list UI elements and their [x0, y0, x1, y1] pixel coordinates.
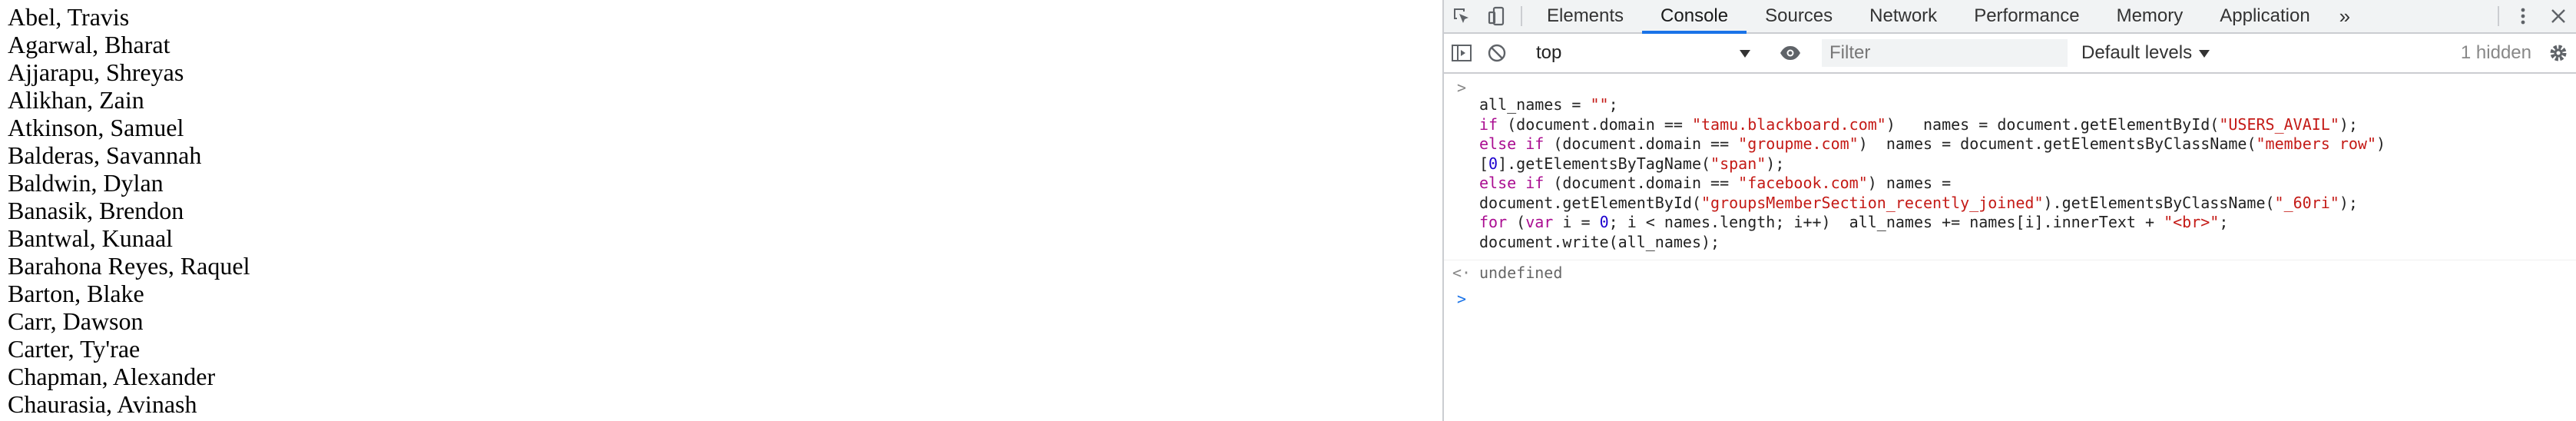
names-list: Abel, Travis Agarwal, Bharat Ajjarapu, Shr…: [0, 0, 1442, 418]
context-selector-label: top: [1536, 42, 1562, 63]
output-prompt-icon: <·: [1452, 264, 1472, 282]
close-devtools-icon[interactable]: [2541, 0, 2576, 32]
tab-elements[interactable]: Elements: [1528, 0, 1642, 32]
tabbar-separator: [1521, 6, 1522, 26]
name-list-item: Ajjarapu, Shreyas: [8, 58, 184, 86]
tab-network[interactable]: Network: [1851, 0, 1955, 32]
name-list-item: Carter, Ty'rae: [8, 335, 141, 363]
console-prompt-icon: >: [1456, 289, 1467, 308]
name-list-item: Chapman, Alexander: [8, 363, 216, 390]
tabbar-separator-right: [2498, 6, 2499, 26]
console-toolbar: top Default levels 1 hidden: [1444, 34, 2576, 74]
console-code[interactable]: all_names = ""; if (document.domain == "…: [1479, 78, 2386, 252]
default-levels-label: Default levels: [2081, 42, 2193, 63]
name-list-item: Balderas, Savannah: [8, 141, 202, 169]
live-expression-eye-icon[interactable]: [1773, 45, 1808, 61]
tab-performance[interactable]: Performance: [1955, 0, 2098, 32]
name-list-item: Chaurasia, Avinash: [8, 390, 197, 418]
dropdown-arrow-icon: [1739, 42, 1751, 64]
name-list-item: Alikhan, Zain: [8, 86, 144, 114]
console-prompt-entry[interactable]: >: [1444, 287, 2576, 313]
console-result-entry: <· undefined: [1444, 260, 2576, 287]
console-settings-gear-icon[interactable]: [2541, 42, 2576, 64]
devtools-panel: Elements Console Sources Network Performance…: [1442, 0, 2576, 421]
tabbar-spacer: [2361, 0, 2492, 32]
inspect-element-icon[interactable]: [1444, 0, 1479, 32]
more-tabs-button[interactable]: »: [2329, 0, 2361, 32]
console-input-entry: > all_names = ""; if (document.domain ==…: [1444, 74, 2576, 260]
name-list-item: Abel, Travis: [8, 3, 130, 31]
tab-memory[interactable]: Memory: [2098, 0, 2202, 32]
name-list-item: Carr, Dawson: [8, 307, 144, 335]
hidden-messages-count: 1 hidden: [2460, 42, 2531, 63]
sidebar-toggle-icon[interactable]: [1444, 43, 1479, 63]
name-list-item: Agarwal, Bharat: [8, 31, 171, 58]
device-toolbar-icon[interactable]: [1479, 0, 1515, 32]
tab-application[interactable]: Application: [2201, 0, 2328, 32]
name-list-item: Barton, Blake: [8, 280, 144, 307]
tab-sources[interactable]: Sources: [1747, 0, 1851, 32]
levels-dropdown-arrow-icon: [2198, 42, 2210, 64]
name-list-item: Barahona Reyes, Raquel: [8, 252, 250, 280]
web-page: Abel, Travis Agarwal, Bharat Ajjarapu, Shr…: [0, 0, 1442, 421]
name-list-item: Baldwin, Dylan: [8, 169, 164, 197]
input-prompt-icon: >: [1456, 78, 1467, 97]
tab-console[interactable]: Console: [1642, 0, 1747, 34]
name-list-item: Atkinson, Samuel: [8, 114, 184, 141]
console-result-value: undefined: [1479, 264, 1563, 282]
default-levels-dropdown[interactable]: Default levels: [2068, 42, 2224, 64]
name-list-item: Banasik, Brendon: [8, 197, 184, 224]
kebab-menu-icon[interactable]: [2505, 0, 2541, 32]
name-list-item: Bantwal, Kunaal: [8, 224, 174, 252]
context-selector[interactable]: top: [1528, 42, 1759, 64]
devtools-tabbar: Elements Console Sources Network Performance…: [1444, 0, 2576, 34]
clear-console-icon[interactable]: [1479, 43, 1515, 63]
console-output[interactable]: > all_names = ""; if (document.domain ==…: [1444, 74, 2576, 312]
filter-input[interactable]: [1822, 39, 2068, 67]
devtools-tabs: Elements Console Sources Network Performance…: [1528, 0, 2329, 34]
